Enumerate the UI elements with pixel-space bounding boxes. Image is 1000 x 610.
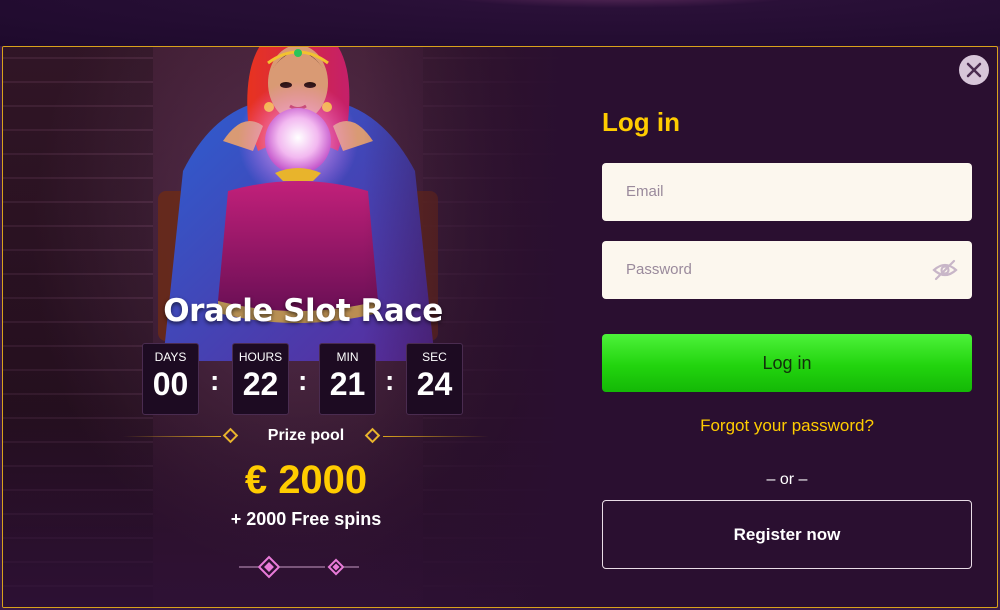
forgot-password-link[interactable]: Forgot your password?	[602, 416, 972, 436]
ornament-divider	[239, 555, 359, 579]
countdown-separator: :	[385, 365, 395, 396]
email-input[interactable]	[602, 163, 926, 219]
countdown-minutes-value: 21	[329, 366, 366, 402]
close-button[interactable]	[959, 55, 989, 85]
prize-pool-label: Prize pool	[267, 427, 345, 444]
countdown-seconds-label: SEC	[422, 350, 447, 364]
eye-slash-icon[interactable]	[932, 258, 958, 282]
countdown-hours-value: 22	[242, 366, 279, 402]
free-spins-text: + 2000 Free spins	[230, 509, 382, 529]
countdown-days-label: DAYS	[154, 350, 187, 364]
race-title: Oracle Slot Race	[163, 293, 443, 329]
login-button[interactable]: Log in	[602, 334, 972, 392]
prize-amount: € 2000	[244, 458, 368, 502]
countdown-days-value: 00	[152, 366, 189, 402]
login-modal: Oracle Slot Race DAYS 00 : HOURS 22 : MI…	[2, 46, 998, 608]
page-background	[0, 0, 1000, 46]
countdown-separator: :	[298, 365, 308, 396]
countdown-hours-label: HOURS	[238, 350, 283, 364]
countdown-separator: :	[210, 365, 220, 396]
password-input[interactable]	[602, 241, 926, 297]
countdown-seconds: SEC 24	[406, 343, 463, 415]
prize-pool-row: Prize pool	[123, 425, 489, 449]
login-title: Log in	[602, 107, 680, 137]
or-divider: – or –	[766, 471, 808, 488]
register-button[interactable]: Register now	[602, 500, 972, 569]
close-icon	[966, 62, 982, 78]
countdown-minutes: MIN 21	[319, 343, 376, 415]
countdown-hours: HOURS 22	[232, 343, 289, 415]
promo-panel: Oracle Slot Race DAYS 00 : HOURS 22 : MI…	[3, 47, 563, 607]
password-field[interactable]	[602, 241, 972, 299]
countdown-days: DAYS 00	[142, 343, 199, 415]
email-field[interactable]	[602, 163, 972, 221]
countdown-minutes-label: MIN	[336, 350, 359, 364]
countdown-seconds-value: 24	[416, 366, 453, 402]
